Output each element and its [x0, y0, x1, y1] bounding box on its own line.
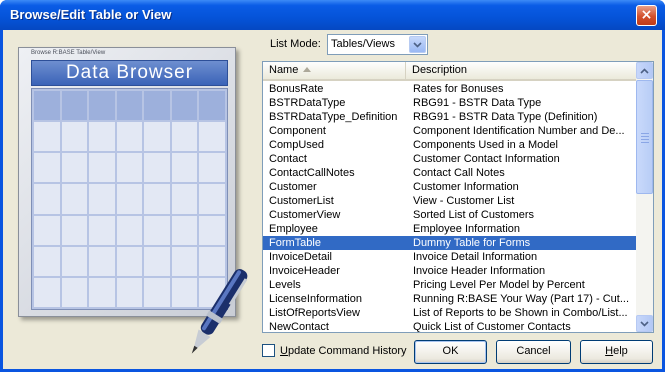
chevron-down-icon [413, 42, 422, 48]
row-description-cell: Components Used in a Model [413, 139, 558, 151]
row-name-cell: ListOfReportsView [269, 307, 360, 319]
row-description-cell: Contact Call Notes [413, 167, 505, 179]
illustration-banner: Data Browser [31, 60, 228, 86]
cancel-button[interactable]: Cancel [496, 340, 571, 364]
row-description-cell: RBG91 - BSTR Data Type [413, 97, 542, 109]
listview-header: Name Description [263, 62, 636, 81]
row-description-cell: Invoice Detail Information [413, 251, 538, 263]
table-row[interactable]: Customer Customer Information [263, 180, 636, 194]
pen-icon [191, 269, 248, 354]
row-name-cell: CustomerView [269, 209, 341, 221]
vertical-scrollbar[interactable] [636, 62, 653, 332]
row-description-cell: Customer Information [413, 181, 519, 193]
row-name-cell: BonusRate [269, 83, 324, 95]
row-name-cell: InvoiceDetail [269, 251, 332, 263]
row-description-cell: Rates for Bonuses [413, 83, 504, 95]
row-name-cell: BSTRDataType [269, 97, 346, 109]
chevron-up-icon [640, 68, 649, 74]
table-row[interactable]: BSTRDataType_Definition RBG91 - BSTR Data… [263, 110, 636, 124]
row-name-cell: FormTable [269, 237, 321, 249]
row-name-cell: Component [269, 125, 326, 137]
row-description-cell: List of Reports to be Shown in Combo/Lis… [413, 307, 628, 319]
illustration-caption: Browse R:BASE Table/View [31, 50, 106, 56]
list-mode-label: List Mode: [270, 38, 321, 50]
column-header-name[interactable]: Name [263, 62, 406, 79]
list-mode-select[interactable]: Tables/Views [327, 34, 428, 55]
row-name-cell: Customer [269, 181, 317, 193]
row-description-cell: Sorted List of Customers [413, 209, 535, 221]
row-name-cell: Levels [269, 279, 301, 291]
chevron-down-icon [640, 321, 649, 327]
ok-button[interactable]: OK [414, 340, 487, 364]
row-description-cell: Component Identification Number and De..… [413, 125, 625, 137]
row-description-cell: Dummy Table for Forms [413, 237, 531, 249]
row-description-cell: RBG91 - BSTR Data Type (Definition) [413, 111, 598, 123]
listview-rows: BonusRate Rates for Bonuses BSTRDataType RB… [263, 82, 636, 333]
scroll-thumb[interactable] [636, 80, 653, 194]
row-description-cell: Customer Contact Information [413, 153, 560, 165]
row-description-cell: View - Customer List [413, 195, 515, 207]
table-row[interactable]: Levels Pricing Level Per Model by Percent [263, 278, 636, 292]
table-row[interactable]: Contact Customer Contact Information [263, 152, 636, 166]
title-bar[interactable]: Browse/Edit Table or View × [0, 0, 665, 30]
row-description-cell: Quick List of Customer Contacts [413, 321, 571, 333]
help-button[interactable]: Help [580, 340, 653, 364]
row-name-cell: ContactCallNotes [269, 167, 355, 179]
row-description-cell: Invoice Header Information [413, 265, 546, 277]
row-name-cell: CompUsed [269, 139, 325, 151]
update-history-label[interactable]: Update Command History [280, 345, 407, 357]
close-button[interactable]: × [636, 5, 657, 26]
column-header-name-label: Name [269, 64, 299, 76]
row-name-cell: LicenseInformation [269, 293, 362, 305]
table-row[interactable]: Employee Employee Information [263, 222, 636, 236]
table-row[interactable]: FormTable Dummy Table for Forms [263, 236, 636, 250]
row-name-cell: Employee [269, 223, 318, 235]
scroll-down-button[interactable] [636, 315, 653, 332]
column-header-description[interactable]: Description [406, 62, 636, 79]
table-row[interactable]: InvoiceDetail Invoice Detail Information [263, 250, 636, 264]
column-header-description-label: Description [412, 64, 468, 76]
row-name-cell: InvoiceHeader [269, 265, 340, 277]
table-row[interactable]: NewContact Quick List of Customer Contact… [263, 320, 636, 333]
table-row[interactable]: Component Component Identification Number… [263, 124, 636, 138]
sort-ascending-icon [303, 67, 312, 72]
table-row[interactable]: CompUsed Components Used in a Model [263, 138, 636, 152]
table-row[interactable]: InvoiceHeader Invoice Header Information [263, 264, 636, 278]
table-row[interactable]: ListOfReportsView List of Reports to be S… [263, 306, 636, 320]
row-name-cell: CustomerList [269, 195, 334, 207]
table-row[interactable]: BonusRate Rates for Bonuses [263, 82, 636, 96]
close-icon: × [640, 7, 653, 23]
list-mode-value: Tables/Views [331, 38, 395, 50]
row-name-cell: BSTRDataType_Definition [269, 111, 398, 123]
table-row[interactable]: LicenseInformation Running R:BASE Your Wa… [263, 292, 636, 306]
scroll-up-button[interactable] [636, 62, 653, 79]
window-title: Browse/Edit Table or View [10, 7, 172, 22]
row-description-cell: Running R:BASE Your Way (Part 17) - Cut.… [413, 293, 630, 305]
update-history-checkbox[interactable] [262, 344, 275, 357]
row-name-cell: NewContact [269, 321, 329, 333]
list-mode-dropdown-button[interactable] [409, 36, 426, 53]
row-name-cell: Contact [269, 153, 307, 165]
table-row[interactable]: ContactCallNotes Contact Call Notes [263, 166, 636, 180]
row-description-cell: Employee Information [413, 223, 520, 235]
data-browser-illustration: Browse R:BASE Table/View Data Browser [18, 47, 248, 354]
tables-listview[interactable]: Name Description BonusRate Rates for Bonu… [262, 61, 654, 333]
row-description-cell: Pricing Level Per Model by Percent [413, 279, 585, 291]
table-row[interactable]: CustomerView Sorted List of Customers [263, 208, 636, 222]
table-row[interactable]: BSTRDataType RBG91 - BSTR Data Type [263, 96, 636, 110]
table-row[interactable]: CustomerList View - Customer List [263, 194, 636, 208]
dialog-window: Browse/Edit Table or View × Browse R:BAS… [0, 0, 665, 372]
